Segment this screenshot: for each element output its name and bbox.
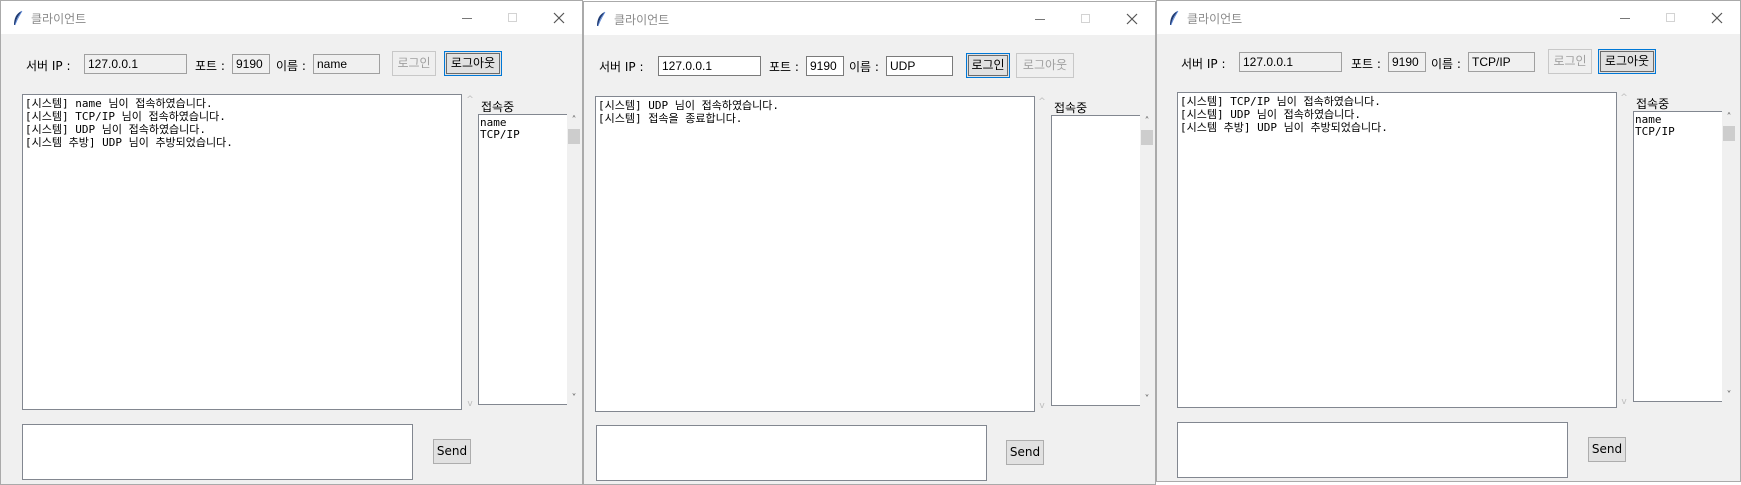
title-bar[interactable]: 클라이언트 [1,1,582,34]
connected-users-list[interactable]: name TCP/IP [1633,111,1723,402]
port-field[interactable]: 9190 [232,54,270,74]
send-button[interactable]: Send [433,439,471,464]
name-label: 이름 : [1431,57,1461,71]
logout-button[interactable]: 로그아웃 [1016,53,1074,78]
chat-message: [시스템] TCP/IP 님이 접속하였습니다. [1180,95,1381,108]
server-ip-label: 서버 IP : [599,60,644,74]
minimize-button[interactable] [1017,2,1063,35]
chevron-up-icon[interactable]: ˄ [567,114,581,127]
chat-message: [시스템 추방] UDP 님이 추방되었습니다. [25,136,233,149]
maximize-button[interactable] [490,1,536,34]
chat-message: [시스템] name 님이 접속하였습니다. [25,97,213,110]
port-label: 포트 : [1351,57,1381,71]
title-bar[interactable]: 클라이언트 [584,2,1155,35]
client-window-1: 클라이언트 서버 IP : 127.0.0.1 포트 : 9190 이름 : n… [0,0,583,485]
scroll-up-arrow-icon[interactable]: ^ [464,94,476,106]
scroll-up-arrow-icon[interactable]: ^ [1036,96,1048,108]
maximize-button[interactable] [1063,2,1109,35]
maximize-button[interactable] [1648,1,1694,34]
port-label: 포트 : [195,59,225,73]
name-label: 이름 : [849,60,879,74]
minimize-button[interactable] [1602,1,1648,34]
feather-icon [14,10,23,26]
scroll-thumb[interactable] [1723,126,1735,141]
name-field[interactable]: name [313,54,380,74]
server-ip-field[interactable]: 127.0.0.1 [1239,52,1342,72]
user-list-scrollbar[interactable]: ˄ ˅ [1722,111,1736,402]
title-bar[interactable]: 클라이언트 [1157,1,1740,34]
send-button[interactable]: Send [1006,440,1044,465]
send-button[interactable]: Send [1588,437,1626,462]
logout-button[interactable]: 로그아웃 [1598,49,1656,74]
close-button[interactable] [1109,2,1155,35]
window-title: 클라이언트 [1187,12,1243,26]
desktop: 클라이언트 서버 IP : 127.0.0.1 포트 : 9190 이름 : n… [0,0,1741,485]
window-title: 클라이언트 [614,13,670,27]
chevron-down-icon[interactable]: ˅ [567,392,581,405]
connected-users-list[interactable]: name TCP/IP [478,114,568,405]
server-ip-field[interactable]: 127.0.0.1 [658,56,761,76]
connected-users-list[interactable] [1051,115,1141,406]
scroll-up-arrow-icon[interactable]: ^ [1618,92,1630,104]
server-ip-field[interactable]: 127.0.0.1 [84,54,187,74]
connected-users-label: 접속중 [1636,97,1670,111]
name-field[interactable]: TCP/IP [1468,52,1535,72]
scroll-down-arrow-icon[interactable]: v [1618,396,1630,408]
close-icon [1126,13,1138,25]
client-window-2: 클라이언트 서버 IP : 127.0.0.1 포트 : 9190 이름 : U… [583,1,1156,485]
connected-users-label: 접속중 [481,100,515,114]
user-list-item[interactable]: TCP/IP [1635,126,1721,138]
feather-icon [597,11,606,27]
chat-scrollbar[interactable]: ^ v [1618,92,1630,408]
chevron-up-icon[interactable]: ˄ [1140,115,1154,128]
user-list-item[interactable]: TCP/IP [480,129,566,141]
chat-message: [시스템 추방] UDP 님이 추방되었습니다. [1180,121,1388,134]
chat-message: [시스템] UDP 님이 접속하였습니다. [1180,108,1362,121]
scroll-thumb[interactable] [568,129,580,144]
name-field[interactable]: UDP [886,56,953,76]
port-field[interactable]: 9190 [806,56,844,76]
client-window-3: 클라이언트 서버 IP : 127.0.0.1 포트 : 9190 이름 : T… [1156,0,1741,482]
chevron-down-icon[interactable]: ˅ [1722,389,1736,402]
login-button[interactable]: 로그인 [1548,49,1592,74]
close-icon [553,12,565,24]
window-title: 클라이언트 [31,12,87,26]
chat-message: [시스템] 접속을 종료합니다. [598,112,743,125]
login-button[interactable]: 로그인 [966,53,1010,78]
logout-button[interactable]: 로그아웃 [444,51,502,76]
chat-message: [시스템] UDP 님이 접속하였습니다. [598,99,780,112]
scroll-down-arrow-icon[interactable]: v [464,398,476,410]
connected-users-label: 접속중 [1054,101,1088,115]
chat-log: [시스템] UDP 님이 접속하였습니다. [시스템] 접속을 종료합니다. [595,96,1035,412]
chat-message: [시스템] UDP 님이 접속하였습니다. [25,123,207,136]
server-ip-label: 서버 IP : [26,59,71,73]
port-label: 포트 : [769,60,799,74]
chat-message: [시스템] TCP/IP 님이 접속하였습니다. [25,110,226,123]
message-input[interactable] [596,425,987,481]
close-button[interactable] [536,1,582,34]
scroll-down-arrow-icon[interactable]: v [1036,400,1048,412]
server-ip-label: 서버 IP : [1181,57,1226,71]
user-list-scrollbar[interactable]: ˄ ˅ [1140,115,1154,406]
login-button[interactable]: 로그인 [392,51,436,76]
user-list-scrollbar[interactable]: ˄ ˅ [567,114,581,405]
chevron-up-icon[interactable]: ˄ [1722,111,1736,124]
chat-log: [시스템] name 님이 접속하였습니다. [시스템] TCP/IP 님이 접… [22,94,462,410]
chevron-down-icon[interactable]: ˅ [1140,393,1154,406]
message-input[interactable] [1177,422,1568,478]
feather-icon [1170,10,1179,26]
close-icon [1711,12,1723,24]
port-field[interactable]: 9190 [1388,52,1426,72]
scroll-thumb[interactable] [1141,130,1153,145]
message-input[interactable] [22,424,413,480]
close-button[interactable] [1694,1,1740,34]
chat-scrollbar[interactable]: ^ v [1036,96,1048,412]
chat-log: [시스템] TCP/IP 님이 접속하였습니다. [시스템] UDP 님이 접속… [1177,92,1617,408]
minimize-button[interactable] [444,1,490,34]
name-label: 이름 : [276,59,306,73]
chat-scrollbar[interactable]: ^ v [464,94,476,410]
